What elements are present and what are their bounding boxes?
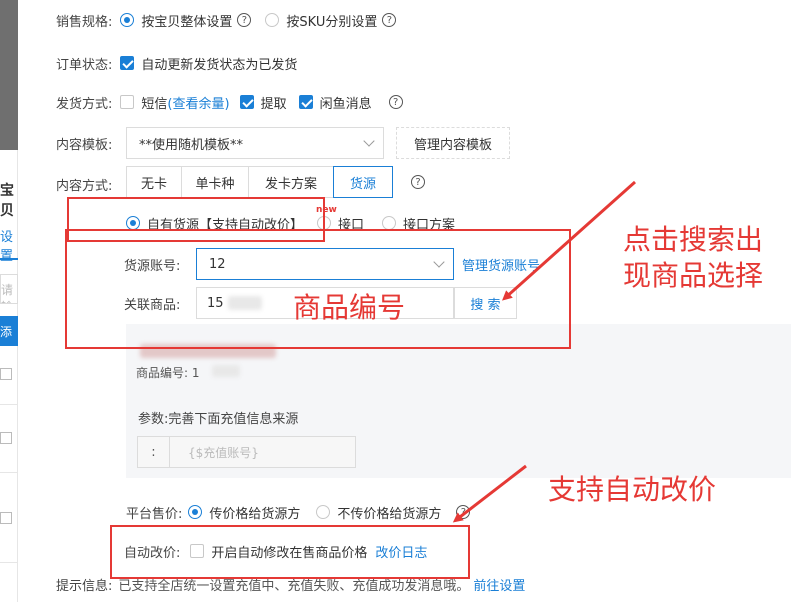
- redacted-text: [227, 296, 262, 310]
- help-icon[interactable]: ?: [411, 175, 425, 189]
- recharge-account-field[interactable]: : {$充值账号}: [137, 436, 356, 468]
- interface-plan-label[interactable]: 接口方案: [403, 214, 455, 233]
- arrow-to-search-button: [502, 180, 636, 301]
- pickup-label[interactable]: 提取: [261, 93, 287, 112]
- annotation-click-search-line2: 现商品选择: [623, 259, 764, 292]
- left-panel: 宝贝 设置 请输 添: [0, 150, 18, 602]
- content-template-select[interactable]: **使用随机模板**: [126, 127, 384, 159]
- left-panel-title: 宝贝: [0, 183, 14, 219]
- go-settings-link[interactable]: 前往设置: [473, 575, 525, 594]
- left-panel-checkbox[interactable]: [0, 368, 12, 380]
- auto-price-checkbox-label[interactable]: 开启自动修改在售商品价格: [211, 542, 367, 561]
- radio-no-pass-price[interactable]: [316, 505, 331, 519]
- order-status-label: 订单状态:: [56, 57, 113, 73]
- pickup-checkbox[interactable]: [239, 95, 254, 109]
- linked-product-row: 关联商品:: [124, 292, 180, 314]
- manage-source-account-link[interactable]: 管理货源账号: [462, 255, 540, 274]
- source-account-select[interactable]: 12: [196, 248, 454, 280]
- source-type-row: 自有货源【支持自动改价】 接口 接口方案: [126, 212, 455, 234]
- manage-template-button[interactable]: 管理内容模板: [396, 127, 510, 159]
- sms-balance-link[interactable]: (查看余量): [167, 93, 229, 112]
- auto-price-label: 自动改价:: [124, 545, 181, 561]
- left-panel-search-input[interactable]: 请输: [0, 274, 18, 304]
- content-method-label: 内容方式:: [56, 178, 113, 194]
- divider: [0, 562, 18, 563]
- content-method-tabs: 无卡 单卡种 发卡方案 货源: [126, 166, 393, 198]
- help-icon[interactable]: ?: [382, 13, 397, 27]
- radio-interface[interactable]: [317, 216, 332, 230]
- help-icon[interactable]: ?: [388, 95, 403, 109]
- annotation-click-search: 点击搜索出 现商品选择: [623, 222, 763, 294]
- linked-product-label: 关联商品:: [124, 297, 181, 313]
- xianyu-checkbox[interactable]: [298, 95, 313, 109]
- auto-price-checkbox[interactable]: [190, 544, 205, 558]
- redacted-product-id: [212, 365, 240, 377]
- interface-label[interactable]: 接口: [338, 214, 364, 233]
- radio-by-sku[interactable]: [265, 13, 280, 27]
- recharge-account-placeholder: {$充值账号}: [188, 445, 259, 460]
- auto-update-status-label[interactable]: 自动更新发货状态为已发货: [141, 54, 297, 73]
- left-panel-tab-indicator: [0, 258, 18, 260]
- tab-source[interactable]: 货源: [333, 166, 393, 198]
- sms-checkbox[interactable]: [120, 95, 135, 109]
- tab-single-card[interactable]: 单卡种: [181, 166, 249, 198]
- tab-card-plan[interactable]: 发卡方案: [248, 166, 334, 198]
- linked-product-value: 15: [207, 295, 224, 311]
- left-panel-checkbox[interactable]: [0, 432, 12, 444]
- annotation-auto-price-support: 支持自动改价: [548, 473, 717, 506]
- sms-label[interactable]: 短信: [141, 93, 167, 112]
- radio-whole-item[interactable]: [120, 13, 135, 27]
- order-status-row: 订单状态: 自动更新发货状态为已发货: [56, 52, 297, 74]
- new-badge: new: [316, 205, 337, 215]
- content-template-value: **使用随机模板**: [139, 137, 244, 153]
- chevron-down-icon: [363, 135, 375, 147]
- tab-no-card[interactable]: 无卡: [126, 166, 182, 198]
- tip-label: 提示信息:: [56, 578, 113, 594]
- help-icon[interactable]: ?: [237, 13, 252, 27]
- annotation-click-search-line1: 点击搜索出: [623, 223, 764, 256]
- left-panel-checkbox[interactable]: [0, 512, 12, 524]
- auto-price-row: 自动改价: 开启自动修改在售商品价格 改价日志: [124, 540, 427, 562]
- own-source-label[interactable]: 自有货源【支持自动改价】: [147, 214, 303, 233]
- delivery-method-row: 发货方式: 短信 (查看余量) 提取 闲鱼消息 ?: [56, 91, 403, 113]
- left-panel-add-button[interactable]: 添: [0, 316, 18, 346]
- help-icon[interactable]: ?: [456, 505, 471, 519]
- product-id-label: 商品编号: 1: [136, 366, 200, 380]
- no-pass-price-label[interactable]: 不传价格给货源方: [337, 503, 441, 522]
- content-template-label: 内容模板:: [56, 137, 113, 153]
- auto-update-status-checkbox[interactable]: [120, 56, 135, 70]
- platform-price-label: 平台售价:: [126, 506, 183, 522]
- radio-own-source[interactable]: [126, 216, 140, 230]
- radio-interface-plan[interactable]: [382, 216, 397, 230]
- divider: [0, 404, 18, 405]
- xianyu-label[interactable]: 闲鱼消息: [320, 93, 372, 112]
- radio-pass-price[interactable]: [188, 505, 203, 519]
- search-button[interactable]: 搜 索: [454, 287, 517, 319]
- annotation-product-number: 商品编号: [293, 291, 406, 324]
- price-log-link[interactable]: 改价日志: [375, 542, 427, 561]
- product-card: 商品编号: 1 参数:完善下面充值信息来源 : {$充值账号}: [126, 324, 791, 478]
- radio-whole-item-label[interactable]: 按宝贝整体设置: [141, 11, 232, 30]
- tip-row: 提示信息: 已支持全店统一设置充值中、充值失败、充值成功发消息哦。 前往设置: [56, 573, 525, 595]
- redacted-product-name: [140, 344, 276, 358]
- sales-spec-row: 销售规格: 按宝贝整体设置 ? 按SKU分别设置 ?: [56, 9, 397, 31]
- source-account-label: 货源账号:: [124, 258, 181, 274]
- platform-price-row: 平台售价: 传价格给货源方 不传价格给货源方 ?: [126, 501, 471, 523]
- delivery-method-label: 发货方式:: [56, 96, 113, 112]
- source-account-row: 货源账号:: [124, 253, 180, 275]
- content-method-row: 内容方式:: [56, 173, 112, 195]
- source-account-value: 12: [209, 256, 226, 272]
- params-label: 参数:完善下面充值信息来源: [138, 412, 299, 427]
- content-template-row: 内容模板:: [56, 132, 112, 154]
- chevron-down-icon: [433, 256, 445, 268]
- field-prefix: :: [138, 437, 170, 467]
- divider: [0, 472, 18, 473]
- tip-text: 已支持全店统一设置充值中、充值失败、充值成功发消息哦。: [118, 578, 470, 594]
- pass-price-label[interactable]: 传价格给货源方: [209, 503, 300, 522]
- sales-spec-label: 销售规格:: [56, 14, 113, 30]
- radio-by-sku-label[interactable]: 按SKU分别设置: [286, 11, 377, 30]
